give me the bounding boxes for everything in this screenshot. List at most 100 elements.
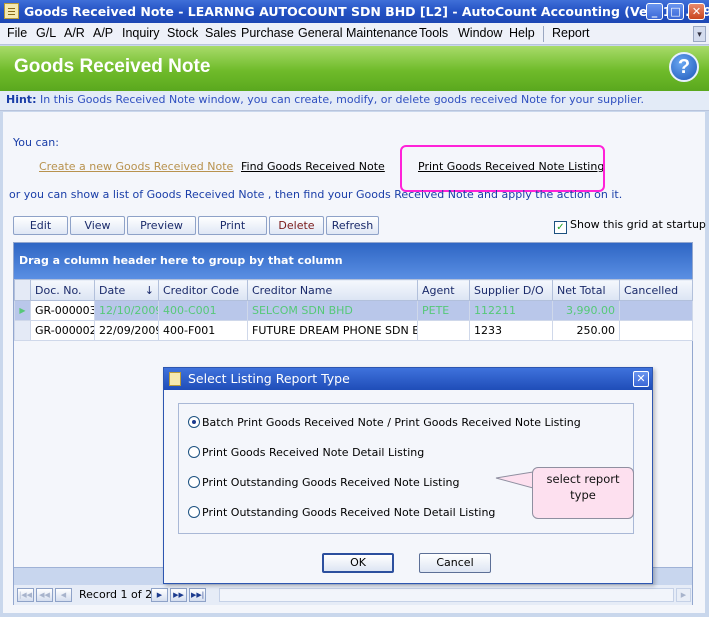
- report-option-outstanding-detail-listing[interactable]: Print Outstanding Goods Received Note De…: [188, 506, 495, 519]
- show-grid-checkbox[interactable]: ✓: [554, 221, 567, 234]
- radio-icon[interactable]: [188, 506, 200, 518]
- view-button[interactable]: View: [70, 216, 125, 235]
- column-header-creditor-name[interactable]: Creditor Name: [247, 279, 418, 301]
- you-can-label: You can:: [13, 136, 59, 149]
- cell-cancelled[interactable]: [619, 300, 693, 321]
- menu-purchase[interactable]: Purchase: [241, 26, 294, 40]
- radio-icon[interactable]: [188, 446, 200, 458]
- menu-window[interactable]: Window: [458, 26, 502, 40]
- menu-report[interactable]: Report: [552, 26, 590, 40]
- cell-creditor-name[interactable]: FUTURE DREAM PHONE SDN BHD: [247, 320, 418, 341]
- create-new-link[interactable]: Create a new Goods Received Note: [39, 160, 233, 173]
- cell-creditor-code[interactable]: 400-F001: [158, 320, 248, 341]
- row-indicator-header: [14, 279, 31, 301]
- cell-net-total[interactable]: 250.00: [552, 320, 620, 341]
- refresh-button[interactable]: Refresh: [326, 216, 379, 235]
- column-header-net-total[interactable]: Net Total: [552, 279, 620, 301]
- menu-inquiry[interactable]: Inquiry: [122, 26, 160, 40]
- close-button[interactable]: ✕: [688, 3, 705, 20]
- report-option-label: Print Outstanding Goods Received Note Li…: [202, 476, 460, 489]
- menu-general-maintenance[interactable]: General Maintenance: [298, 26, 418, 40]
- cell-doc-no[interactable]: GR-000003: [30, 300, 95, 321]
- group-by-panel[interactable]: Drag a column header here to group by th…: [14, 243, 692, 279]
- edit-button[interactable]: Edit: [13, 216, 68, 235]
- next-page-icon[interactable]: ▶▶: [170, 588, 187, 602]
- find-link[interactable]: Find Goods Received Note: [241, 160, 385, 173]
- menu-separator: [543, 26, 544, 42]
- page-title: Goods Received Note: [14, 56, 211, 77]
- sort-descending-icon: ↓: [144, 283, 154, 297]
- report-option-label: Batch Print Goods Received Note / Print …: [202, 416, 581, 429]
- table-row[interactable]: ▶ GR-000003 12/10/2009 400-C001 SELCOM S…: [14, 300, 693, 321]
- cell-doc-no[interactable]: GR-000002: [30, 320, 95, 341]
- column-header-doc-no[interactable]: Doc. No.: [30, 279, 95, 301]
- column-header-agent[interactable]: Agent: [417, 279, 470, 301]
- cancel-button[interactable]: Cancel: [419, 553, 491, 573]
- report-option-detail-listing[interactable]: Print Goods Received Note Detail Listing: [188, 446, 424, 459]
- report-option-label: Print Outstanding Goods Received Note De…: [202, 506, 496, 519]
- hint-bar: Hint: In this Goods Received Note window…: [0, 91, 709, 111]
- report-option-label: Print Goods Received Note Detail Listing: [202, 446, 425, 459]
- row-indicator: [14, 320, 31, 341]
- menu-overflow-chevron-icon[interactable]: ▾: [693, 26, 706, 42]
- radio-selected-icon[interactable]: [188, 416, 200, 428]
- cell-cancelled[interactable]: [619, 320, 693, 341]
- menu-gl[interactable]: G/L: [36, 26, 56, 40]
- callout-line-2: type: [570, 488, 596, 502]
- callout-line-1: select report: [546, 472, 620, 486]
- dialog-close-button[interactable]: ✕: [633, 371, 649, 387]
- grid-table: Doc. No. Date ↓ Creditor Code Creditor N…: [14, 279, 693, 341]
- menu-ar[interactable]: A/R: [64, 26, 85, 40]
- report-option-batch-print[interactable]: Batch Print Goods Received Note / Print …: [188, 416, 581, 429]
- help-icon[interactable]: ?: [669, 52, 699, 82]
- next-record-icon[interactable]: ▶: [151, 588, 168, 602]
- cell-supplier-do[interactable]: 112211: [469, 300, 553, 321]
- instruction-text: or you can show a list of Goods Received…: [9, 188, 623, 201]
- menu-ap[interactable]: A/P: [93, 26, 113, 40]
- hint-label: Hint:: [6, 93, 37, 106]
- print-button[interactable]: Print: [198, 216, 267, 235]
- column-header-supplier-do[interactable]: Supplier D/O: [469, 279, 553, 301]
- menu-help[interactable]: Help: [509, 26, 535, 40]
- maximize-button[interactable]: □: [667, 3, 684, 20]
- menu-tools[interactable]: Tools: [419, 26, 448, 40]
- column-header-date[interactable]: Date ↓: [94, 279, 159, 301]
- cell-creditor-name[interactable]: SELCOM SDN BHD: [247, 300, 418, 321]
- scroll-right-icon[interactable]: ▶: [676, 588, 691, 602]
- window-title: Goods Received Note - LEARNNG AUTOCOUNT …: [24, 4, 709, 19]
- menu-sales[interactable]: Sales: [205, 26, 236, 40]
- minimize-button[interactable]: _: [646, 3, 663, 20]
- dialog-title-bar: Select Listing Report Type ✕: [164, 368, 652, 390]
- cell-supplier-do[interactable]: 1233: [469, 320, 553, 341]
- column-header-date-label: Date: [99, 283, 126, 297]
- cell-net-total[interactable]: 3,990.00: [552, 300, 620, 321]
- record-counter: Record 1 of 2: [79, 588, 153, 601]
- callout-annotation: select report type: [532, 467, 634, 519]
- dialog-document-icon: [169, 372, 181, 386]
- ok-button[interactable]: OK: [322, 553, 394, 573]
- column-header-creditor-code[interactable]: Creditor Code: [158, 279, 248, 301]
- window-title-bar: Goods Received Note - LEARNNG AUTOCOUNT …: [0, 0, 709, 23]
- previous-record-icon[interactable]: ◀: [55, 588, 72, 602]
- show-grid-option[interactable]: ✓ Show this grid at startup: [554, 218, 706, 234]
- dialog-title: Select Listing Report Type: [188, 371, 350, 386]
- cell-agent[interactable]: [417, 320, 470, 341]
- report-option-outstanding-listing[interactable]: Print Outstanding Goods Received Note Li…: [188, 476, 460, 489]
- horizontal-scrollbar[interactable]: [219, 588, 674, 602]
- first-record-icon[interactable]: |◀◀: [17, 588, 34, 602]
- cell-date[interactable]: 12/10/2009: [94, 300, 159, 321]
- delete-button[interactable]: Delete: [269, 216, 324, 235]
- cell-creditor-code[interactable]: 400-C001: [158, 300, 248, 321]
- app-document-icon: [4, 3, 19, 19]
- cell-agent[interactable]: PETE: [417, 300, 470, 321]
- table-row[interactable]: GR-000002 22/09/2009 400-F001 FUTURE DRE…: [14, 320, 693, 341]
- radio-icon[interactable]: [188, 476, 200, 488]
- cell-date[interactable]: 22/09/2009: [94, 320, 159, 341]
- callout-pointer: [495, 471, 534, 489]
- menu-stock[interactable]: Stock: [167, 26, 198, 40]
- previous-page-icon[interactable]: ◀◀: [36, 588, 53, 602]
- column-header-cancelled[interactable]: Cancelled: [619, 279, 693, 301]
- last-record-icon[interactable]: ▶▶|: [189, 588, 206, 602]
- menu-file[interactable]: File: [7, 26, 27, 40]
- preview-button[interactable]: Preview: [127, 216, 196, 235]
